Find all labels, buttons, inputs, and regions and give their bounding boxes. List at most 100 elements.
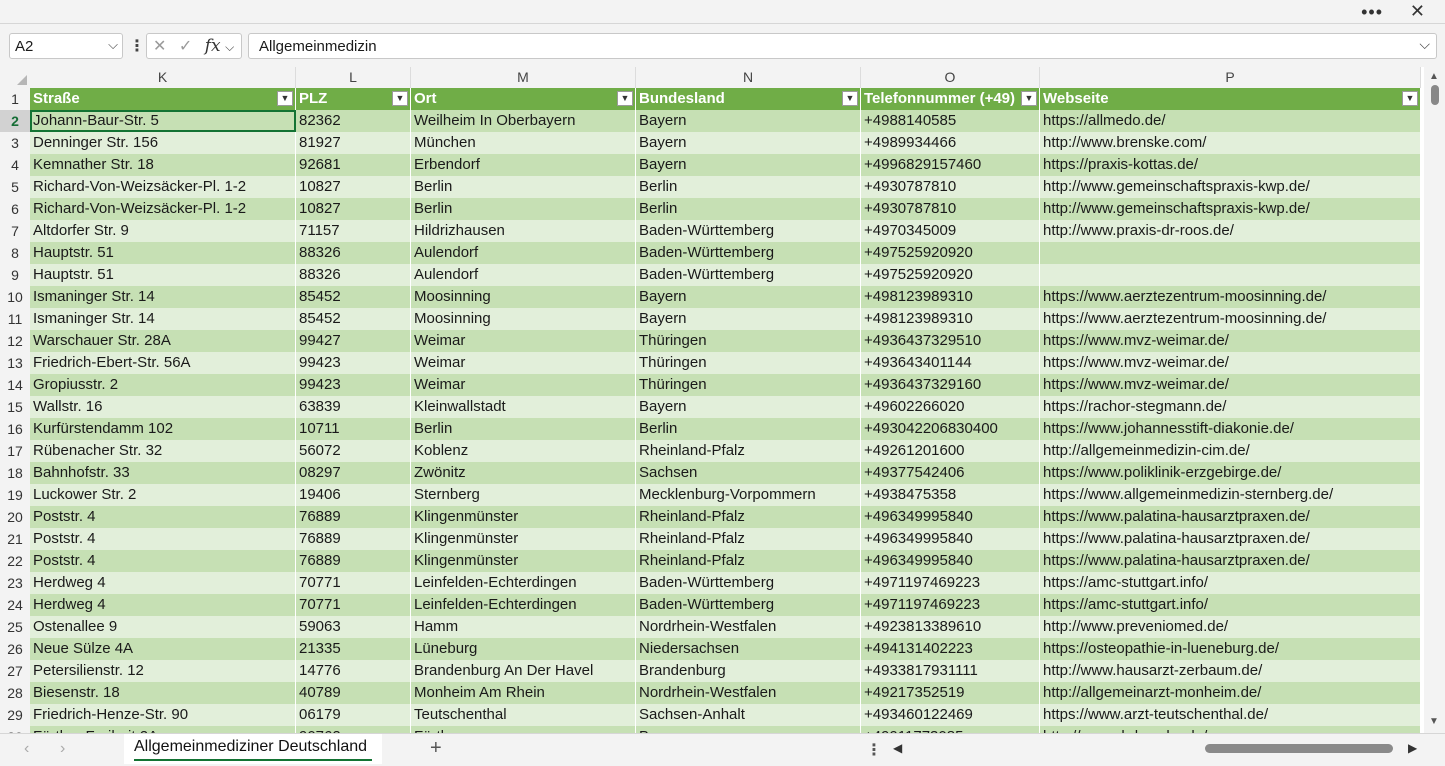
table-cell[interactable]: Bayern xyxy=(636,308,861,330)
table-cell[interactable]: http://www.praxis-dr-roos.de/ xyxy=(1040,220,1421,242)
row-header[interactable]: 16 xyxy=(0,418,30,440)
table-cell[interactable]: Sachsen-Anhalt xyxy=(636,704,861,726)
table-cell[interactable]: Monheim Am Rhein xyxy=(411,682,636,704)
table-cell[interactable]: Herdweg 4 xyxy=(30,594,296,616)
table-cell[interactable]: 85452 xyxy=(296,286,411,308)
table-header-cell[interactable]: Ort ▼ xyxy=(411,88,636,110)
table-cell[interactable]: Sternberg xyxy=(411,484,636,506)
table-cell[interactable]: Ostenallee 9 xyxy=(30,616,296,638)
table-cell[interactable]: Neue Sülze 4A xyxy=(30,638,296,660)
table-cell[interactable]: https://amc-stuttgart.info/ xyxy=(1040,594,1421,616)
table-cell[interactable]: Poststr. 4 xyxy=(30,506,296,528)
column-header[interactable]: O xyxy=(861,67,1040,88)
table-cell[interactable]: https://www.mvz-weimar.de/ xyxy=(1040,352,1421,374)
row-header[interactable]: 13 xyxy=(0,352,30,374)
table-cell[interactable]: +4923813389610 xyxy=(861,616,1040,638)
table-cell[interactable]: Altdorfer Str. 9 xyxy=(30,220,296,242)
table-cell[interactable]: +496349995840 xyxy=(861,506,1040,528)
previous-sheet-icon[interactable]: ‹ xyxy=(24,740,29,758)
table-cell[interactable]: Hamm xyxy=(411,616,636,638)
row-header[interactable]: 4 xyxy=(0,154,30,176)
row-header[interactable]: 26 xyxy=(0,638,30,660)
table-cell[interactable]: Kleinwallstadt xyxy=(411,396,636,418)
insert-function-icon[interactable]: fx xyxy=(205,36,221,56)
table-cell[interactable]: Hildrizhausen xyxy=(411,220,636,242)
table-cell[interactable]: 06179 xyxy=(296,704,411,726)
filter-dropdown-icon[interactable]: ▼ xyxy=(1402,91,1418,106)
table-cell[interactable]: 82362 xyxy=(296,110,411,132)
table-cell[interactable]: Ismaninger Str. 14 xyxy=(30,308,296,330)
row-header[interactable]: 20 xyxy=(0,506,30,528)
table-cell[interactable]: 10827 xyxy=(296,176,411,198)
table-cell[interactable]: http://allgemeinmedizin-cim.de/ xyxy=(1040,440,1421,462)
table-cell[interactable]: http://www.preveniomed.de/ xyxy=(1040,616,1421,638)
table-cell[interactable]: Sachsen xyxy=(636,462,861,484)
table-cell[interactable]: Warschauer Str. 28A xyxy=(30,330,296,352)
filter-dropdown-icon[interactable]: ▼ xyxy=(1021,91,1037,106)
filter-dropdown-icon[interactable]: ▼ xyxy=(277,91,293,106)
table-cell[interactable]: Richard-Von-Weizsäcker-Pl. 1-2 xyxy=(30,198,296,220)
table-cell[interactable]: 63839 xyxy=(296,396,411,418)
table-cell[interactable]: Bahnhofstr. 33 xyxy=(30,462,296,484)
table-cell[interactable]: https://www.aerztezentrum-moosinning.de/ xyxy=(1040,286,1421,308)
table-cell[interactable]: Bayern xyxy=(636,154,861,176)
row-header[interactable]: 25 xyxy=(0,616,30,638)
table-cell[interactable]: Luckower Str. 2 xyxy=(30,484,296,506)
table-cell[interactable]: Rheinland-Pfalz xyxy=(636,550,861,572)
table-cell[interactable]: Hauptstr. 51 xyxy=(30,264,296,286)
table-cell[interactable]: +4936437329160 xyxy=(861,374,1040,396)
table-cell[interactable]: http://www.gemeinschaftspraxis-kwp.de/ xyxy=(1040,198,1421,220)
cancel-icon[interactable]: ✕ xyxy=(153,38,166,55)
table-cell[interactable]: Bayern xyxy=(636,132,861,154)
table-cell[interactable]: Teutschenthal xyxy=(411,704,636,726)
table-cell[interactable]: Baden-Württemberg xyxy=(636,264,861,286)
table-cell[interactable]: Richard-Von-Weizsäcker-Pl. 1-2 xyxy=(30,176,296,198)
table-cell[interactable]: Leinfelden-Echterdingen xyxy=(411,594,636,616)
table-cell[interactable]: Thüringen xyxy=(636,352,861,374)
filter-dropdown-icon[interactable]: ▼ xyxy=(617,91,633,106)
table-cell[interactable]: Baden-Württemberg xyxy=(636,594,861,616)
table-cell[interactable]: +49911773085 xyxy=(861,726,1040,733)
column-header[interactable]: N xyxy=(636,67,861,88)
table-cell[interactable]: Kurfürstendamm 102 xyxy=(30,418,296,440)
table-cell[interactable]: +49217352519 xyxy=(861,682,1040,704)
table-cell[interactable]: 81927 xyxy=(296,132,411,154)
table-cell[interactable]: https://allmedo.de/ xyxy=(1040,110,1421,132)
horizontal-scroll-thumb[interactable] xyxy=(1205,744,1393,753)
expand-formula-icon[interactable]: ⌵ xyxy=(1419,36,1430,53)
table-cell[interactable]: Rheinland-Pfalz xyxy=(636,506,861,528)
table-cell[interactable]: 90762 xyxy=(296,726,411,733)
table-cell[interactable]: +4930787810 xyxy=(861,198,1040,220)
table-cell[interactable]: Nordrhein-Westfalen xyxy=(636,616,861,638)
vertical-scrollbar[interactable]: ▲ ▼ xyxy=(1425,67,1445,733)
table-cell[interactable]: Poststr. 4 xyxy=(30,528,296,550)
spreadsheet-grid[interactable]: K L M N O P 1 Straße ▼ PLZ ▼ Ort ▼ Bundesland ▼ Telefon… xyxy=(0,67,1424,733)
formula-bar-options-icon[interactable]: ⋮ xyxy=(129,36,145,56)
table-cell[interactable]: Bayern xyxy=(636,110,861,132)
next-sheet-icon[interactable]: › xyxy=(60,740,65,758)
scroll-right-icon[interactable]: ▶ xyxy=(1408,741,1417,755)
table-cell[interactable]: Berlin xyxy=(411,198,636,220)
table-cell[interactable]: Nordrhein-Westfalen xyxy=(636,682,861,704)
enter-icon[interactable]: ✓ xyxy=(179,38,192,55)
row-header[interactable]: 15 xyxy=(0,396,30,418)
table-cell[interactable]: Ismaninger Str. 14 xyxy=(30,286,296,308)
table-cell[interactable]: 10711 xyxy=(296,418,411,440)
table-cell[interactable]: https://www.allgemeinmedizin-sternberg.d… xyxy=(1040,484,1421,506)
table-cell[interactable]: 76889 xyxy=(296,506,411,528)
table-cell[interactable]: Denninger Str. 156 xyxy=(30,132,296,154)
chevron-down-icon[interactable]: ⌵ xyxy=(225,40,234,54)
table-cell[interactable]: Niedersachsen xyxy=(636,638,861,660)
row-header[interactable]: 1 xyxy=(0,88,30,110)
table-cell[interactable]: 59063 xyxy=(296,616,411,638)
table-header-cell[interactable]: Telefonnummer (+49) ▼ xyxy=(861,88,1040,110)
table-cell[interactable]: http://www.brenske.com/ xyxy=(1040,132,1421,154)
table-cell[interactable]: 21335 xyxy=(296,638,411,660)
table-cell[interactable]: München xyxy=(411,132,636,154)
table-cell[interactable]: +4938475358 xyxy=(861,484,1040,506)
table-cell[interactable]: +49377542406 xyxy=(861,462,1040,484)
table-header-cell[interactable]: Webseite ▼ xyxy=(1040,88,1421,110)
table-cell[interactable]: 40789 xyxy=(296,682,411,704)
table-cell[interactable]: 99423 xyxy=(296,374,411,396)
row-header[interactable]: 3 xyxy=(0,132,30,154)
